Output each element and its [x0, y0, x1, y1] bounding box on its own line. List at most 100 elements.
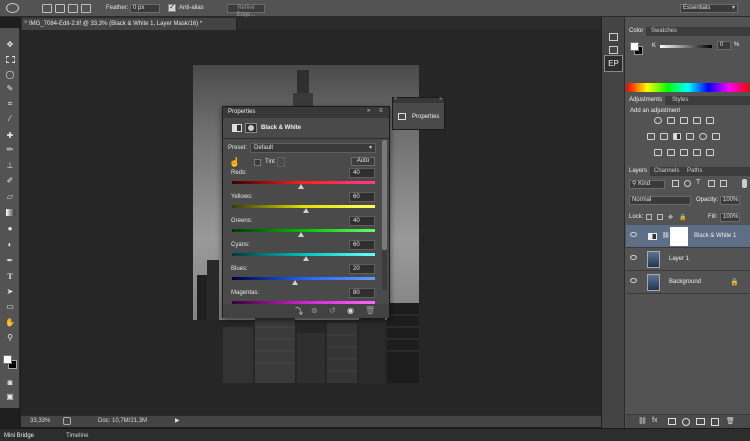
cyans-value-input[interactable]: 60: [349, 240, 375, 250]
yellows-value-input[interactable]: 60: [349, 192, 375, 202]
quick-mask-icon[interactable]: ◙: [5, 378, 15, 387]
path-select-tool-icon[interactable]: ➤: [5, 287, 15, 296]
add-mask-icon[interactable]: [668, 418, 676, 425]
new-group-icon[interactable]: [696, 418, 705, 425]
dodge-tool-icon[interactable]: ◐: [5, 240, 15, 249]
new-selection-icon[interactable]: [42, 4, 52, 13]
filter-type-icon[interactable]: T: [696, 179, 700, 186]
brush-tool-icon[interactable]: ✏: [5, 145, 15, 154]
refine-edge-button[interactable]: Refine Edge...: [227, 4, 265, 18]
color-spectrum-bar[interactable]: [627, 83, 749, 92]
fill-input[interactable]: 100%: [720, 213, 740, 222]
invert-icon[interactable]: [654, 149, 662, 156]
collapse-icon[interactable]: »: [367, 108, 370, 114]
new-adjustment-icon[interactable]: [682, 418, 690, 426]
k-slider-track[interactable]: [660, 45, 712, 48]
layer-mask-thumbnail[interactable]: [670, 227, 688, 246]
auto-button[interactable]: Auto: [351, 157, 375, 166]
reds-value-input[interactable]: 40: [349, 168, 375, 178]
pen-tool-icon[interactable]: ✒: [5, 256, 15, 265]
fg-swatch[interactable]: [630, 42, 639, 51]
clip-to-layer-icon[interactable]: ⤵: [295, 306, 303, 317]
document-tab[interactable]: IMG_7084-Edit-2.tif @ 33,3% (Black & Whi…: [22, 18, 237, 30]
filter-pixel-icon[interactable]: [672, 180, 679, 187]
lock-pixels-icon[interactable]: [657, 214, 663, 220]
filter-shape-icon[interactable]: [708, 180, 715, 187]
add-selection-icon[interactable]: [55, 4, 65, 13]
visibility-eye-icon[interactable]: ◉: [347, 306, 354, 315]
layer-row-black-white[interactable]: ⛓ Black & White 1: [626, 225, 750, 248]
black-white-icon[interactable]: [673, 133, 681, 140]
opacity-input[interactable]: 100%: [720, 196, 740, 205]
filter-smart-icon[interactable]: [720, 180, 727, 187]
move-tool-icon[interactable]: ✥: [5, 40, 15, 49]
new-layer-icon[interactable]: [711, 418, 719, 426]
stamp-tool-icon[interactable]: ⊥: [5, 161, 15, 170]
tab-color[interactable]: Color: [626, 27, 647, 36]
zoom-level[interactable]: 33,33%: [30, 416, 50, 427]
blues-slider-thumb[interactable]: [291, 280, 298, 285]
zoom-tool-icon[interactable]: ⚲: [5, 333, 15, 342]
layer-row-layer-1[interactable]: Layer 1: [626, 248, 750, 271]
preset-select[interactable]: Default ▾: [250, 143, 376, 153]
filter-toggle-icon[interactable]: [742, 179, 747, 188]
hue-saturation-icon[interactable]: [647, 133, 655, 140]
levels-icon[interactable]: [667, 117, 675, 124]
vibrance-icon[interactable]: [706, 117, 714, 124]
lasso-icon[interactable]: [6, 3, 19, 13]
tint-checkbox[interactable]: [254, 159, 261, 166]
curves-icon[interactable]: [680, 117, 688, 124]
exposure-icon[interactable]: [693, 117, 701, 124]
tint-color-swatch[interactable]: [277, 157, 285, 167]
tab-layers[interactable]: Layers: [626, 167, 651, 176]
link-icon[interactable]: ⛓: [662, 232, 670, 239]
layer-filter-select[interactable]: ⚲ Kind: [629, 180, 665, 189]
threshold-icon[interactable]: [680, 149, 688, 156]
magentas-value-input[interactable]: 80: [349, 288, 375, 298]
fx-icon[interactable]: fx: [652, 417, 657, 424]
blues-value-input[interactable]: 20: [349, 264, 375, 274]
dock-icon-1[interactable]: [609, 33, 618, 41]
properties-panel-header[interactable]: Properties » ≡: [223, 107, 389, 118]
greens-slider-thumb[interactable]: [297, 232, 304, 237]
status-menu-icon[interactable]: [63, 417, 71, 425]
filter-adjustment-icon[interactable]: [684, 180, 691, 187]
eyedropper-tool-icon[interactable]: ⁄: [5, 114, 15, 123]
healing-tool-icon[interactable]: ✚: [5, 131, 15, 140]
scrollbar[interactable]: [382, 140, 387, 290]
channel-mixer-icon[interactable]: [699, 133, 707, 140]
trash-icon[interactable]: 🗑: [726, 417, 735, 425]
mask-icon[interactable]: [245, 123, 257, 133]
photo-filter-icon[interactable]: [686, 133, 694, 140]
feather-input[interactable]: 0 px: [130, 4, 160, 13]
workspace-select[interactable]: Essentials: [680, 4, 738, 13]
tab-swatches[interactable]: Swatches: [648, 27, 680, 36]
link-layers-icon[interactable]: ⛓: [638, 417, 647, 425]
panel-menu-icon[interactable]: ≡: [379, 108, 383, 114]
targeted-adjustment-icon[interactable]: ☝: [229, 157, 240, 167]
channel-value-input[interactable]: 0: [717, 41, 731, 50]
lock-icon[interactable]: 🔒: [679, 214, 686, 221]
tab-timeline[interactable]: Timeline: [66, 431, 88, 441]
reds-slider-thumb[interactable]: [297, 184, 304, 189]
type-tool-icon[interactable]: T: [5, 272, 15, 281]
greens-value-input[interactable]: 40: [349, 216, 375, 226]
foreground-color-swatch[interactable]: [3, 355, 12, 364]
hand-icon[interactable]: ✋: [5, 318, 15, 327]
crop-tool-icon[interactable]: ⌗: [5, 99, 15, 108]
blend-mode-select[interactable]: Normal: [629, 196, 691, 205]
posterize-icon[interactable]: [667, 149, 675, 156]
color-balance-icon[interactable]: [660, 133, 668, 140]
lock-position-icon[interactable]: ✥: [668, 214, 673, 221]
yellows-slider-thumb[interactable]: [303, 208, 310, 213]
eye-icon[interactable]: [630, 255, 637, 260]
brightness-icon[interactable]: [654, 117, 662, 124]
trash-icon[interactable]: 🗑: [365, 306, 375, 315]
layer-row-background[interactable]: Background 🔒: [626, 271, 750, 294]
tab-channels[interactable]: Channels: [651, 167, 682, 176]
cyans-slider-thumb[interactable]: [303, 256, 310, 261]
eye-icon[interactable]: [630, 278, 637, 283]
reset-icon[interactable]: ↺: [329, 306, 336, 315]
quick-select-tool-icon[interactable]: ✎: [5, 84, 15, 93]
view-previous-icon[interactable]: ⊚: [311, 306, 318, 315]
